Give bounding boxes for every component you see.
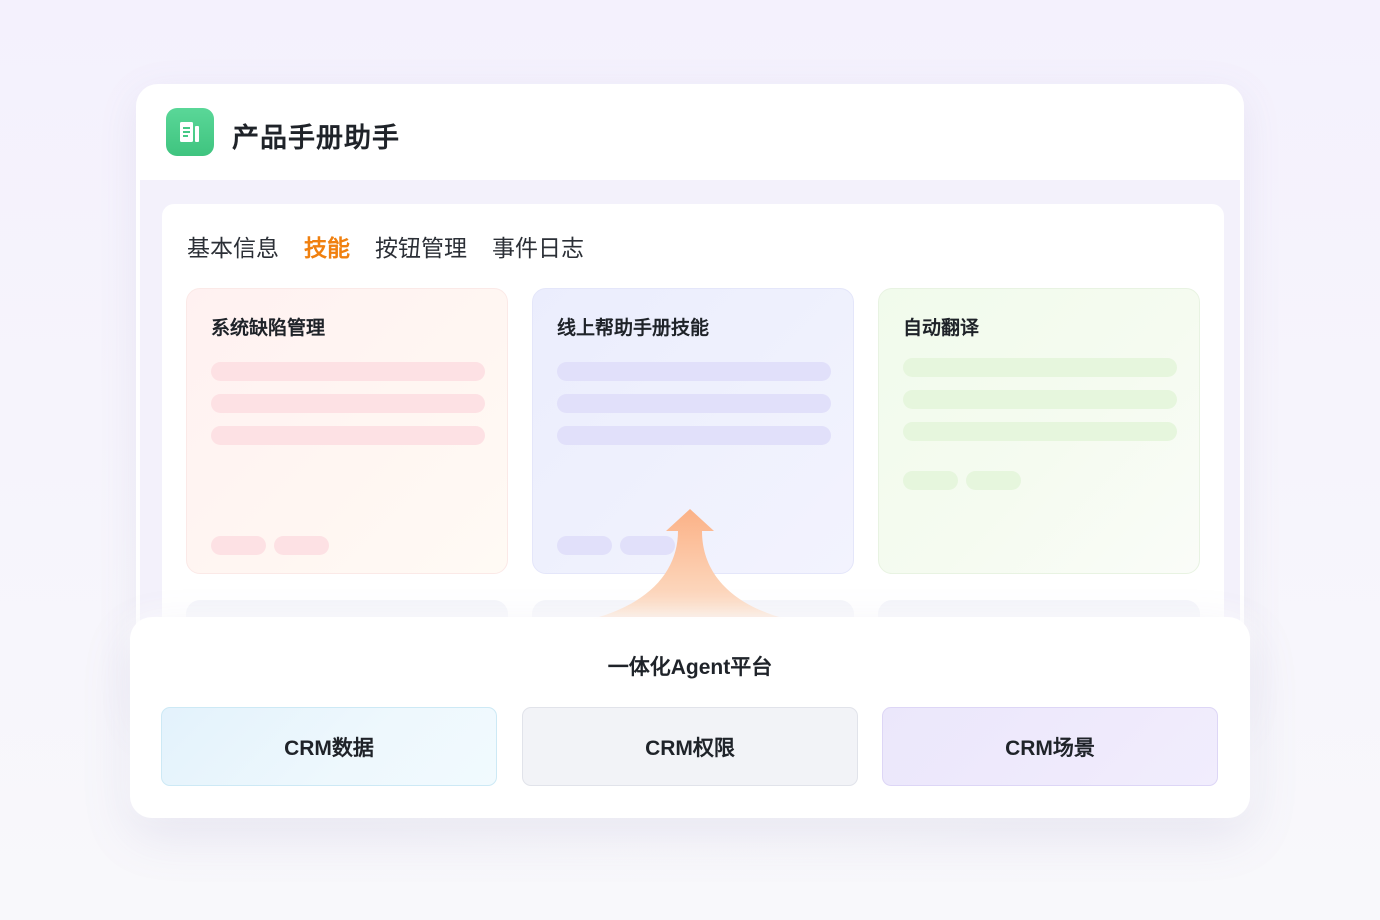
placeholder-line	[903, 390, 1177, 409]
placeholder-tag	[211, 536, 266, 555]
placeholder-line	[211, 394, 485, 413]
tab-event-log[interactable]: 事件日志	[492, 232, 584, 264]
placeholder-line	[211, 426, 485, 445]
agent-platform: 一体化Agent平台 CRM数据 CRM权限 CRM场景	[130, 617, 1250, 818]
app-header: 产品手册助手	[136, 84, 1244, 180]
skill-card-auto-translate[interactable]: 自动翻译	[878, 288, 1200, 574]
tab-bar: 基本信息 技能 按钮管理 事件日志	[187, 232, 609, 264]
skill-card-title: 系统缺陷管理	[211, 318, 326, 339]
tab-button-management[interactable]: 按钮管理	[375, 232, 467, 264]
placeholder-tag	[903, 471, 958, 490]
placeholder-tag	[966, 471, 1021, 490]
placeholder-line	[903, 422, 1177, 441]
placeholder-line	[557, 362, 831, 381]
placeholder-line	[557, 426, 831, 445]
up-arrow-icon	[592, 509, 786, 619]
placeholder-line	[557, 394, 831, 413]
crm-permission-button[interactable]: CRM权限	[522, 707, 858, 786]
skill-card-title: 自动翻译	[903, 318, 980, 339]
skill-card-defect-management[interactable]: 系统缺陷管理	[186, 288, 508, 574]
tab-skills[interactable]: 技能	[304, 232, 350, 264]
platform-title: 一体化Agent平台	[607, 656, 773, 679]
placeholder-line	[211, 362, 485, 381]
crm-data-button[interactable]: CRM数据	[161, 707, 497, 786]
crm-scene-button[interactable]: CRM场景	[882, 707, 1218, 786]
skill-card-title: 线上帮助手册技能	[557, 318, 710, 339]
placeholder-line	[903, 358, 1177, 377]
tab-basic-info[interactable]: 基本信息	[187, 232, 279, 264]
placeholder-tag	[274, 536, 329, 555]
document-icon	[166, 108, 214, 156]
app-title: 产品手册助手	[232, 123, 400, 153]
